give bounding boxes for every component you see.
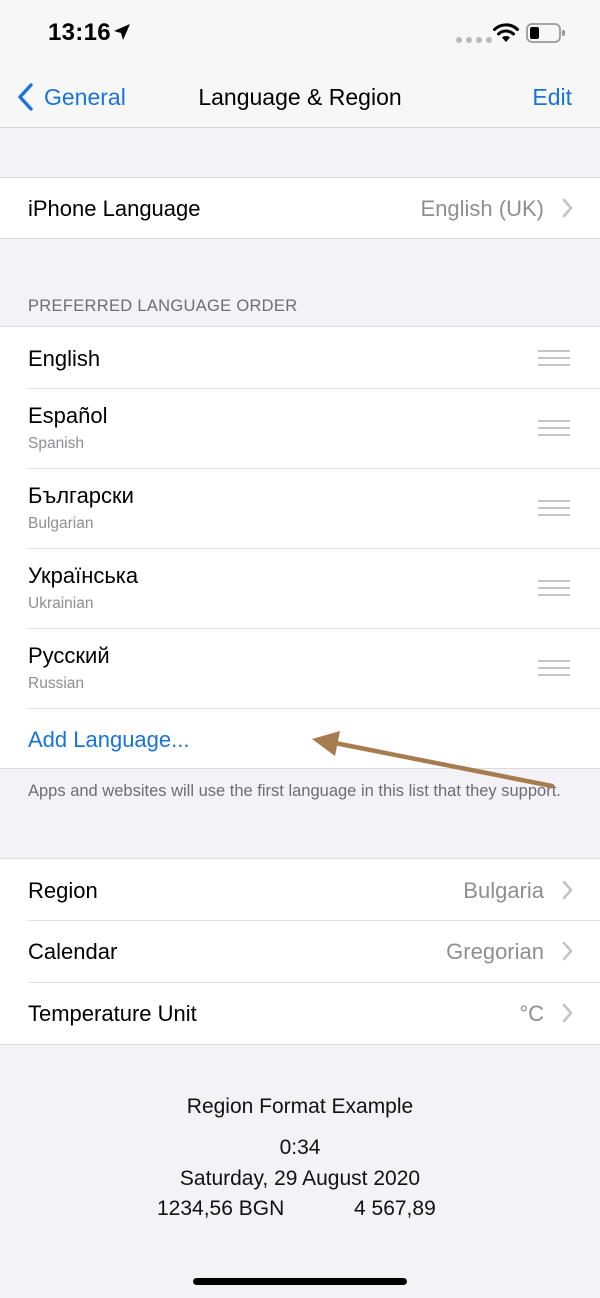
language-name: English xyxy=(28,346,101,371)
language-subtitle: Ukrainian xyxy=(28,595,94,612)
format-example-currency: 1234,56 BGN xyxy=(157,1197,285,1220)
status-time: 13:16 xyxy=(48,19,111,46)
temperature-unit-label: Temperature Unit xyxy=(28,1001,197,1026)
language-subtitle: Bulgarian xyxy=(28,515,94,532)
format-example-time: 0:34 xyxy=(279,1136,321,1159)
chevron-right-icon xyxy=(562,880,573,900)
iphone-language-value: English (UK) xyxy=(420,196,544,221)
chevron-right-icon xyxy=(562,941,573,961)
battery-icon xyxy=(526,23,565,43)
add-language-row[interactable]: Add Language... xyxy=(0,708,600,768)
status-bar: 13:16 xyxy=(0,0,600,68)
calendar-row[interactable]: Calendar Gregorian xyxy=(0,920,600,982)
format-example-number: 4 567,89 xyxy=(354,1197,436,1220)
signal-dots-icon xyxy=(456,37,492,43)
region-settings-group: Region Bulgaria Calendar Gregorian Tempe… xyxy=(0,858,600,1045)
add-language-button[interactable]: Add Language... xyxy=(28,727,189,753)
language-name: Español xyxy=(28,403,108,428)
format-example-date: Saturday, 29 August 2020 xyxy=(179,1167,421,1190)
region-value: Bulgaria xyxy=(463,878,544,903)
region-row[interactable]: Region Bulgaria xyxy=(0,859,600,920)
reorder-handle-icon[interactable] xyxy=(538,660,570,676)
format-example-title: Region Format Example xyxy=(186,1095,414,1118)
language-row[interactable]: Español Spanish xyxy=(0,388,600,468)
preferred-language-header: PREFERRED LANGUAGE ORDER xyxy=(28,297,298,315)
temperature-unit-value: °C xyxy=(519,1001,544,1026)
calendar-value: Gregorian xyxy=(446,939,544,964)
location-arrow-icon xyxy=(114,24,130,40)
chevron-right-icon xyxy=(562,198,573,218)
wifi-icon xyxy=(493,23,519,42)
reorder-handle-icon[interactable] xyxy=(538,580,570,596)
calendar-label: Calendar xyxy=(28,939,118,964)
language-row[interactable]: Русский Russian xyxy=(0,628,600,708)
navigation-bar: General Language & Region Edit xyxy=(0,68,600,128)
language-row[interactable]: Български Bulgarian xyxy=(0,468,600,548)
edit-button[interactable]: Edit xyxy=(532,84,572,111)
temperature-unit-row[interactable]: Temperature Unit °C xyxy=(0,982,600,1044)
language-row[interactable]: English xyxy=(0,327,600,388)
language-name: Български xyxy=(28,483,134,508)
reorder-handle-icon[interactable] xyxy=(538,420,570,436)
iphone-language-label: iPhone Language xyxy=(28,196,201,221)
page-title: Language & Region xyxy=(198,84,402,110)
language-subtitle: Russian xyxy=(28,675,84,692)
chevron-right-icon xyxy=(562,1003,573,1023)
reorder-handle-icon[interactable] xyxy=(538,350,570,366)
home-indicator[interactable] xyxy=(193,1278,407,1285)
iphone-language-row[interactable]: iPhone Language English (UK) xyxy=(0,178,600,238)
language-subtitle: Spanish xyxy=(28,435,85,452)
language-name: Українська xyxy=(28,563,139,588)
language-name: Русский xyxy=(28,643,110,668)
iphone-language-group: iPhone Language English (UK) xyxy=(0,177,600,239)
region-label: Region xyxy=(28,878,98,903)
language-footer-note: Apps and websites will use the first lan… xyxy=(28,782,561,800)
reorder-handle-icon[interactable] xyxy=(538,500,570,516)
preferred-language-list: English Español Spanish Български Bulgar… xyxy=(0,326,600,769)
language-row[interactable]: Українська Ukrainian xyxy=(0,548,600,628)
